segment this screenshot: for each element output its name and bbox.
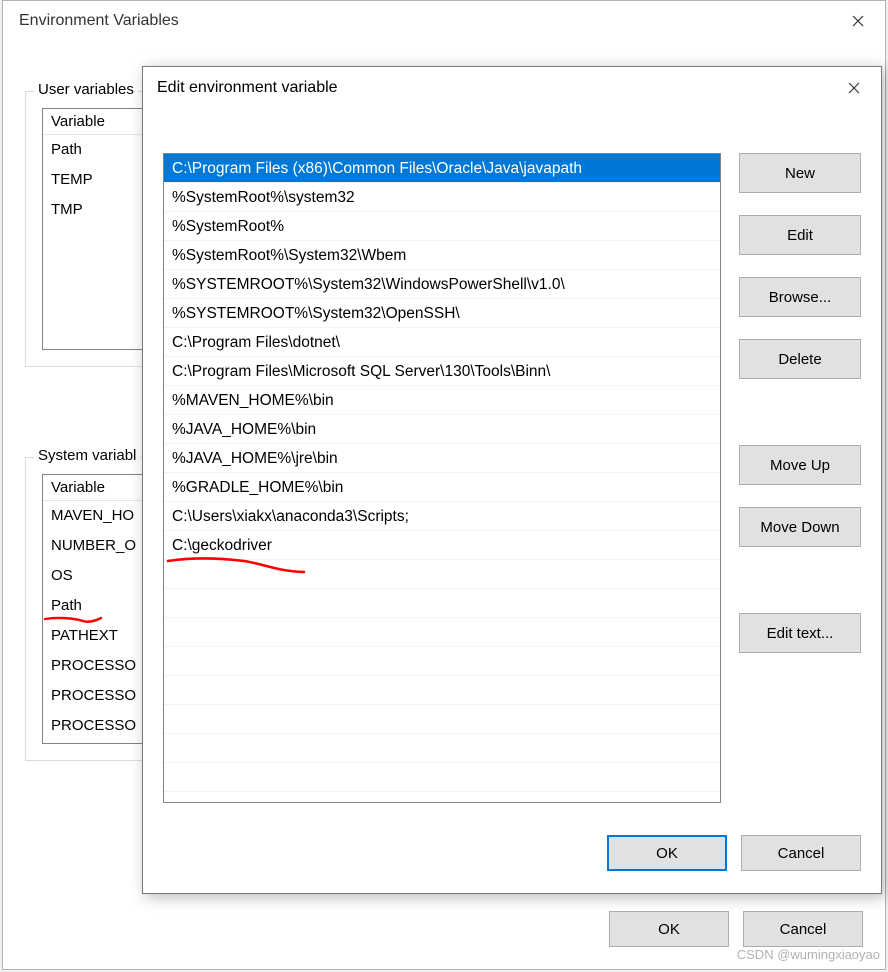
edit-dialog-title: Edit environment variable [157, 79, 831, 97]
list-item[interactable] [164, 763, 720, 792]
cancel-button[interactable]: Cancel [743, 911, 863, 947]
delete-button[interactable]: Delete [739, 339, 861, 379]
list-item[interactable] [164, 589, 720, 618]
edit-env-dialog: Edit environment variable C:\Program Fil… [142, 66, 882, 894]
ok-button[interactable]: OK [609, 911, 729, 947]
list-item[interactable]: C:\geckodriver [164, 531, 720, 560]
ok-button[interactable]: OK [607, 835, 727, 871]
list-item[interactable]: %SystemRoot%\System32\Wbem [164, 241, 720, 270]
move-down-button[interactable]: Move Down [739, 507, 861, 547]
edit-dialog-titlebar: Edit environment variable [143, 67, 881, 109]
env-window-title: Environment Variables [19, 12, 835, 30]
system-variables-group-label: System variabl [34, 447, 140, 464]
side-button-column: New Edit Browse... Delete Move Up Move D… [739, 153, 861, 653]
list-item[interactable]: %MAVEN_HOME%\bin [164, 386, 720, 415]
list-item[interactable] [164, 647, 720, 676]
close-icon[interactable] [831, 72, 877, 104]
env-titlebar: Environment Variables [3, 1, 885, 41]
list-item[interactable]: %GRADLE_HOME%\bin [164, 473, 720, 502]
browse-button[interactable]: Browse... [739, 277, 861, 317]
move-up-button[interactable]: Move Up [739, 445, 861, 485]
cancel-button[interactable]: Cancel [741, 835, 861, 871]
edit-dialog-footer: OK Cancel [607, 835, 861, 871]
new-button[interactable]: New [739, 153, 861, 193]
list-item[interactable]: C:\Program Files (x86)\Common Files\Orac… [164, 154, 720, 183]
list-item[interactable] [164, 560, 720, 589]
close-icon[interactable] [835, 5, 881, 37]
list-item[interactable]: C:\Program Files\Microsoft SQL Server\13… [164, 357, 720, 386]
edit-button[interactable]: Edit [739, 215, 861, 255]
list-item[interactable] [164, 618, 720, 647]
list-item[interactable]: %JAVA_HOME%\jre\bin [164, 444, 720, 473]
list-item[interactable] [164, 676, 720, 705]
list-item[interactable]: C:\Program Files\dotnet\ [164, 328, 720, 357]
watermark: CSDN @wumingxiaoyao [737, 947, 880, 962]
env-footer: OK Cancel [609, 911, 863, 947]
path-list[interactable]: C:\Program Files (x86)\Common Files\Orac… [163, 153, 721, 803]
list-item[interactable]: %SystemRoot%\system32 [164, 183, 720, 212]
list-item[interactable] [164, 705, 720, 734]
list-item[interactable] [164, 734, 720, 763]
list-item[interactable]: C:\Users\xiakx\anaconda3\Scripts; [164, 502, 720, 531]
list-item[interactable]: %SystemRoot% [164, 212, 720, 241]
list-item[interactable]: %SYSTEMROOT%\System32\OpenSSH\ [164, 299, 720, 328]
list-item[interactable]: %SYSTEMROOT%\System32\WindowsPowerShell\… [164, 270, 720, 299]
list-item[interactable]: %JAVA_HOME%\bin [164, 415, 720, 444]
user-variables-group-label: User variables [34, 81, 138, 98]
edit-text-button[interactable]: Edit text... [739, 613, 861, 653]
